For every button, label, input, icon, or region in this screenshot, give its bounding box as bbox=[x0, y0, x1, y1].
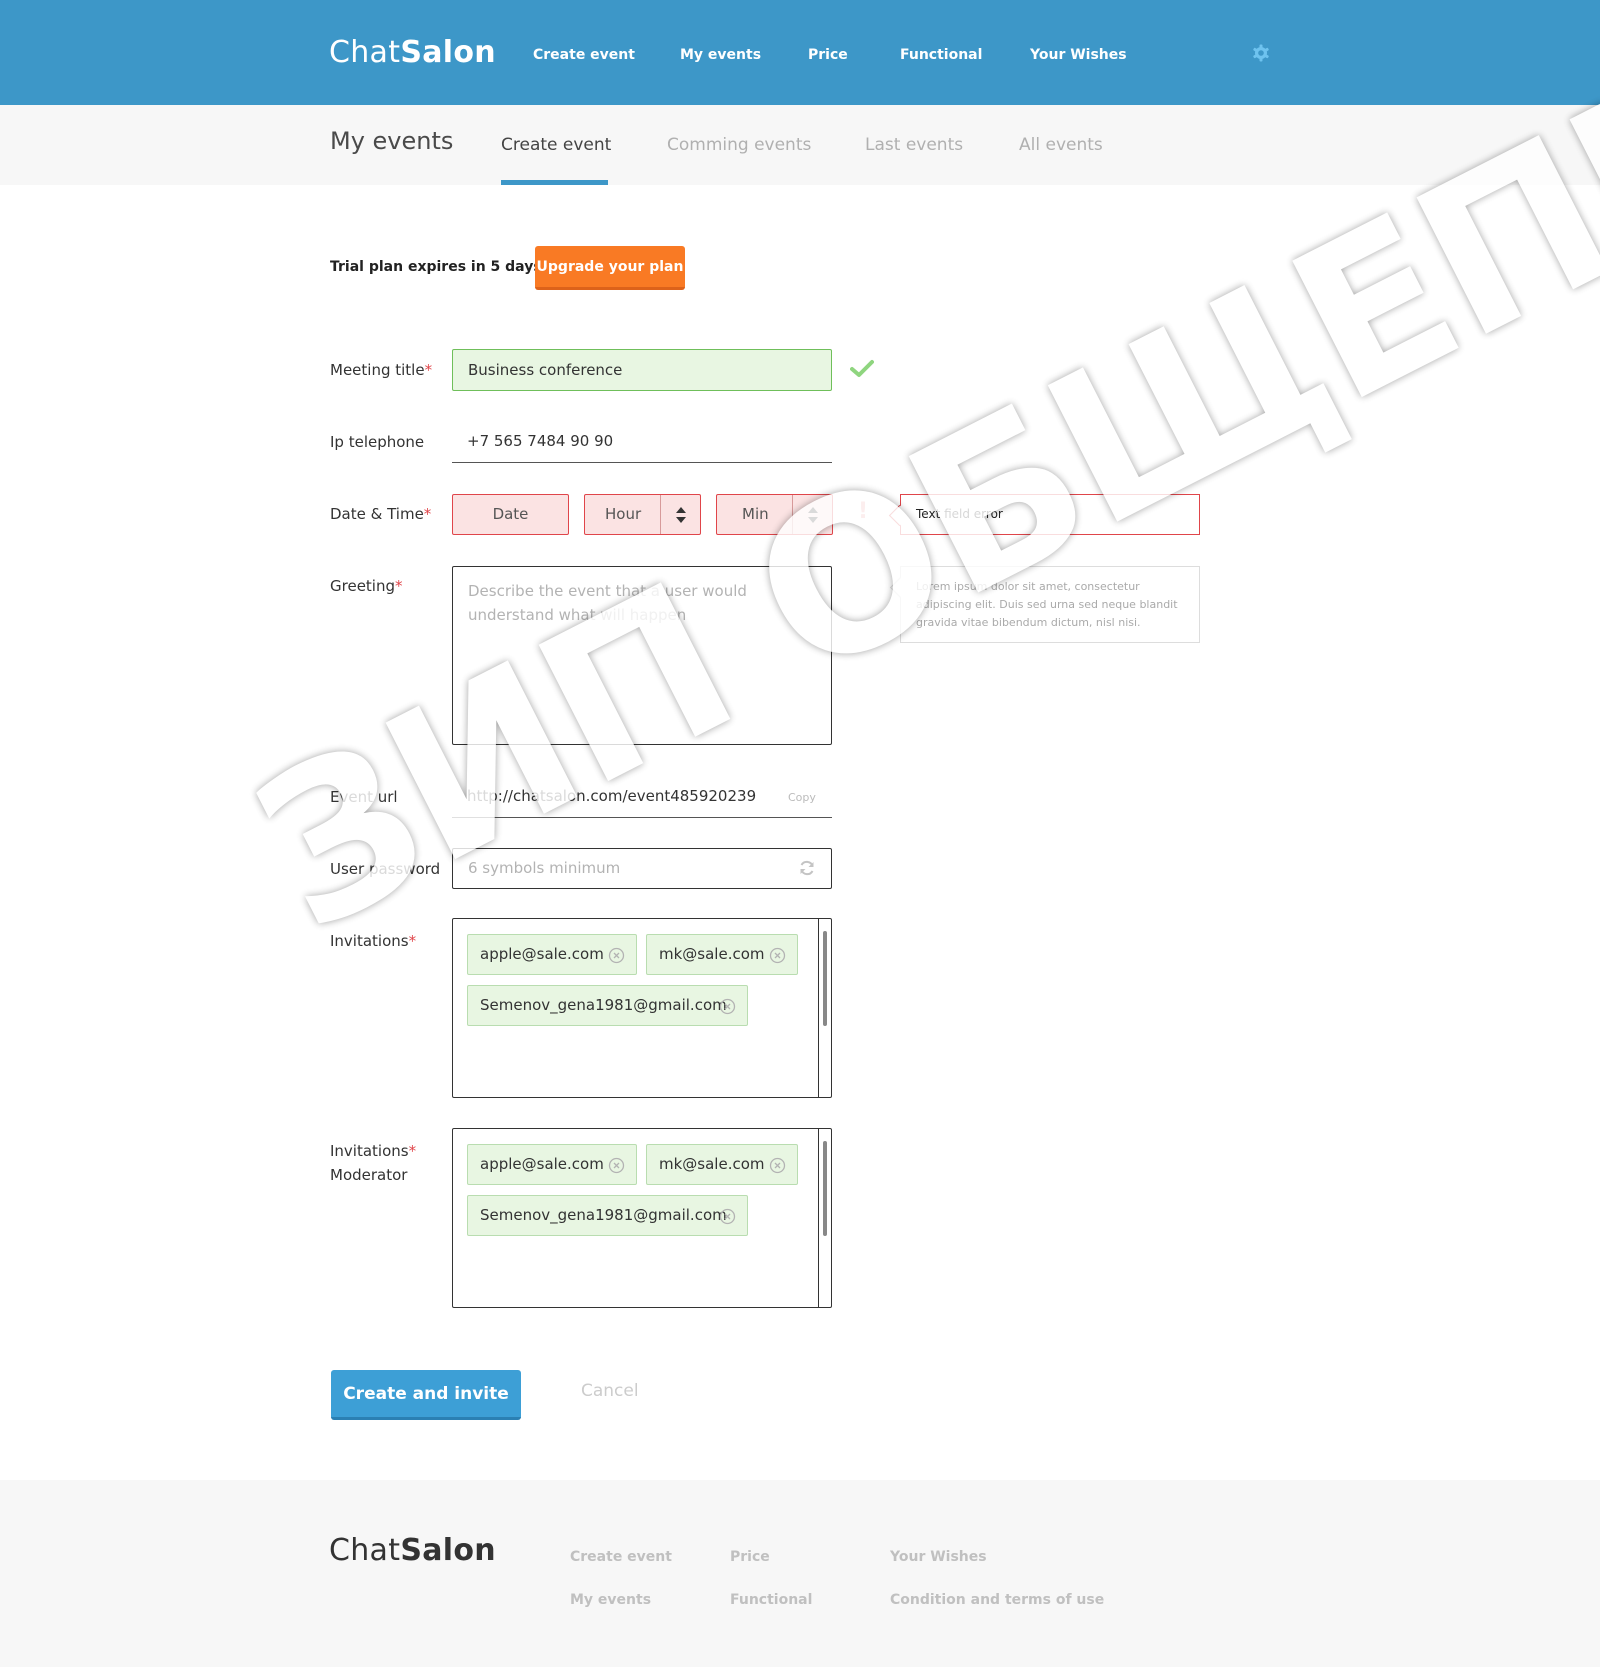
scrollbar[interactable] bbox=[818, 919, 831, 1097]
copy-url-button[interactable]: Copy bbox=[788, 791, 816, 804]
remove-tag-icon[interactable] bbox=[719, 998, 736, 1015]
footer-logo[interactable]: ChatSalon bbox=[329, 1533, 496, 1568]
greeting-label-text: Greeting bbox=[330, 577, 395, 595]
invitations-label-text: Invitations bbox=[330, 932, 409, 950]
scrollbar-thumb[interactable] bbox=[823, 931, 827, 1026]
scrollbar[interactable] bbox=[818, 1129, 831, 1307]
tab-last-events[interactable]: Last events bbox=[865, 135, 963, 155]
moderator-tag: apple@sale.com bbox=[467, 1144, 637, 1185]
invite-tag: Semenov_gena1981@gmail.com bbox=[467, 985, 748, 1026]
required-mark: * bbox=[395, 577, 403, 595]
meeting-title-label-text: Meeting title bbox=[330, 361, 425, 379]
footer-link-price[interactable]: Price bbox=[730, 1549, 770, 1565]
moderator-tag-input[interactable]: apple@sale.com mk@sale.com Semenov_gena1… bbox=[452, 1128, 832, 1308]
spinner-up-icon[interactable] bbox=[676, 507, 686, 513]
tab-all-events[interactable]: All events bbox=[1019, 135, 1103, 155]
nav-functional[interactable]: Functional bbox=[900, 47, 982, 63]
cancel-button[interactable]: Cancel bbox=[581, 1381, 639, 1401]
top-header: ChatSalon Create event My events Price F… bbox=[0, 0, 1600, 105]
greeting-textarea[interactable]: Describe the event that a user would und… bbox=[452, 566, 832, 745]
remove-tag-icon[interactable] bbox=[769, 947, 786, 964]
moderator-label-line2: Moderator bbox=[330, 1166, 408, 1184]
ip-telephone-input[interactable]: +7 565 7484 90 90 bbox=[452, 421, 832, 463]
invitations-label: Invitations* bbox=[330, 929, 416, 953]
nav-your-wishes[interactable]: Your Wishes bbox=[1030, 47, 1127, 63]
minute-spinner[interactable] bbox=[792, 495, 832, 534]
hour-placeholder: Hour bbox=[605, 505, 642, 523]
create-and-invite-button[interactable]: Create and invite bbox=[331, 1370, 521, 1420]
date-time-label: Date & Time* bbox=[330, 502, 431, 526]
nav-price[interactable]: Price bbox=[808, 47, 848, 63]
error-exclamation-icon: ! bbox=[858, 499, 869, 524]
required-mark: * bbox=[408, 932, 417, 950]
header-logo[interactable]: ChatSalon bbox=[329, 35, 496, 70]
logo-text-bold: Salon bbox=[400, 35, 496, 70]
footer: ChatSalon Create event Price Your Wishes… bbox=[0, 1480, 1600, 1667]
spinner-up-icon[interactable] bbox=[808, 507, 818, 513]
spinner-down-icon[interactable] bbox=[676, 517, 686, 523]
event-url-field[interactable]: http://chatsalon.com/event485920239 bbox=[452, 776, 832, 818]
required-mark: * bbox=[408, 1142, 417, 1160]
tag-label: mk@sale.com bbox=[659, 1155, 765, 1173]
tag-label: Semenov_gena1981@gmail.com bbox=[480, 996, 727, 1014]
trial-notice: Trial plan expires in 5 days bbox=[330, 259, 542, 275]
date-field[interactable]: Date bbox=[452, 494, 569, 535]
event-url-label: Event url bbox=[330, 788, 398, 806]
footer-link-terms[interactable]: Condition and terms of use bbox=[890, 1592, 1104, 1608]
user-password-label: User password bbox=[330, 860, 441, 878]
invite-tag: mk@sale.com bbox=[646, 934, 798, 975]
remove-tag-icon[interactable] bbox=[719, 1208, 736, 1225]
tag-label: mk@sale.com bbox=[659, 945, 765, 963]
required-mark: * bbox=[424, 361, 433, 379]
date-time-label-text: Date & Time bbox=[330, 505, 424, 523]
logo-text-bold: Salon bbox=[400, 1533, 496, 1568]
moderator-label-line1: Invitations bbox=[330, 1142, 409, 1160]
moderator-invitations-label: Invitations* Moderator bbox=[330, 1139, 416, 1187]
user-password-input[interactable]: 6 symbols minimum bbox=[452, 848, 832, 889]
tag-label: apple@sale.com bbox=[480, 1155, 604, 1173]
ip-telephone-label: Ip telephone bbox=[330, 433, 425, 451]
page-title: My events bbox=[330, 127, 454, 155]
tag-label: Semenov_gena1981@gmail.com bbox=[480, 1206, 727, 1224]
remove-tag-icon[interactable] bbox=[769, 1157, 786, 1174]
footer-link-my-events[interactable]: My events bbox=[570, 1592, 651, 1608]
moderator-tag: Semenov_gena1981@gmail.com bbox=[467, 1195, 748, 1236]
required-mark: * bbox=[423, 505, 432, 523]
moderator-tag: mk@sale.com bbox=[646, 1144, 798, 1185]
greeting-hint-tooltip: Lorem ipsum dolor sit amet, consectetur … bbox=[900, 566, 1200, 643]
active-tab-indicator bbox=[501, 180, 608, 185]
meeting-title-label: Meeting title* bbox=[330, 358, 432, 382]
nav-my-events[interactable]: My events bbox=[680, 47, 761, 63]
upgrade-plan-button[interactable]: Upgrade your plan bbox=[535, 246, 685, 290]
meeting-title-input[interactable]: Business conference bbox=[452, 349, 832, 391]
refresh-icon[interactable] bbox=[798, 859, 816, 877]
tab-create-event[interactable]: Create event bbox=[501, 135, 611, 155]
tag-label: apple@sale.com bbox=[480, 945, 604, 963]
remove-tag-icon[interactable] bbox=[608, 947, 625, 964]
sub-navigation: My events Create event Comming events La… bbox=[0, 105, 1600, 185]
footer-link-create-event[interactable]: Create event bbox=[570, 1549, 672, 1565]
invite-tag: apple@sale.com bbox=[467, 934, 637, 975]
hour-select[interactable]: Hour bbox=[584, 494, 701, 535]
nav-create-event[interactable]: Create event bbox=[533, 47, 635, 63]
checkmark-icon bbox=[850, 360, 874, 377]
remove-tag-icon[interactable] bbox=[608, 1157, 625, 1174]
spinner-down-icon[interactable] bbox=[808, 517, 818, 523]
gear-icon[interactable] bbox=[1252, 44, 1270, 62]
footer-link-your-wishes[interactable]: Your Wishes bbox=[890, 1549, 987, 1565]
invitations-tag-input[interactable]: apple@sale.com mk@sale.com Semenov_gena1… bbox=[452, 918, 832, 1098]
tab-comming-events[interactable]: Comming events bbox=[667, 135, 811, 155]
scrollbar-thumb[interactable] bbox=[823, 1141, 827, 1236]
logo-text-light: Chat bbox=[329, 1533, 401, 1568]
greeting-label: Greeting* bbox=[330, 574, 403, 598]
minute-placeholder: Min bbox=[742, 505, 769, 523]
logo-text-light: Chat bbox=[329, 35, 401, 70]
error-tooltip: Text field error bbox=[900, 494, 1200, 535]
footer-link-functional[interactable]: Functional bbox=[730, 1592, 812, 1608]
minute-select[interactable]: Min bbox=[716, 494, 833, 535]
hour-spinner[interactable] bbox=[660, 495, 700, 534]
